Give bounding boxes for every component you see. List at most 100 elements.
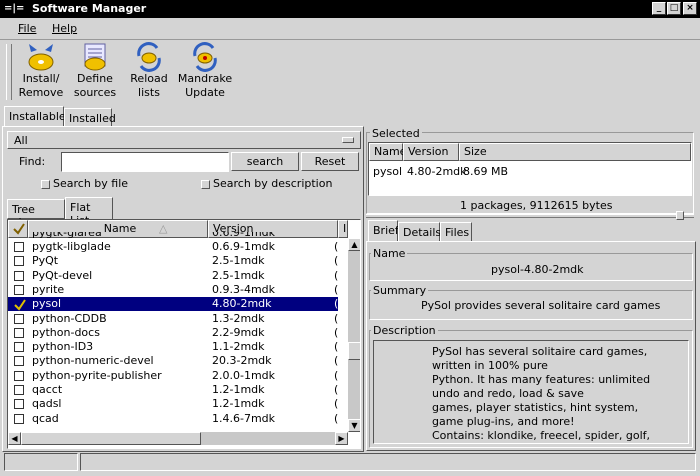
dropdown-indicator-icon [342, 137, 354, 143]
scroll-down-icon[interactable]: ▼ [348, 419, 360, 432]
list-item-extra: ( [334, 368, 339, 382]
title-bar[interactable]: =|= Software Manager _ □ × [0, 0, 700, 18]
description-text: PySol has several solitaire card games, w… [373, 340, 689, 444]
description-lines: PySol has several solitaire card games, w… [374, 341, 688, 443]
search-by-description-checkbox[interactable] [201, 180, 210, 189]
list-item[interactable]: PyQt 2.5-1mdk ( [8, 254, 338, 268]
description-line: undo and redo, load & save [432, 387, 584, 400]
selected-row-size[interactable]: 8.69 MB [463, 165, 508, 178]
search-by-file-label[interactable]: Search by file [53, 177, 128, 190]
list-item[interactable]: pysol 4.80-2mdk ( [8, 297, 338, 312]
list-item-name: pyrite [32, 282, 65, 296]
list-item-name: qcad [32, 411, 59, 425]
tab-tree-view[interactable]: Tree view [7, 199, 65, 229]
checkbox[interactable] [14, 399, 24, 410]
list-item[interactable]: python-pyrite-publisher 2.0.0-1mdk ( [8, 369, 338, 383]
mandrake-update-button[interactable]: Mandrake Update [176, 42, 234, 104]
menu-bar: File Help [0, 18, 700, 40]
menu-file[interactable]: File [18, 22, 36, 35]
list-item-extra: ( [334, 383, 339, 396]
list-item[interactable]: qadsl 1.2-1mdk ( [8, 397, 338, 411]
mandrake-label-1: Mandrake [177, 72, 233, 85]
list-item[interactable]: pyrite 0.9.3-4mdk ( [8, 283, 338, 297]
tab-installed[interactable]: Installed [64, 108, 116, 128]
list-item[interactable]: pygtk-libglade 0.6.9-1mdk ( [8, 240, 338, 254]
pane-splitter-handle[interactable] [676, 211, 684, 220]
tab-flat-list[interactable]: Flat List [65, 197, 113, 227]
checkbox[interactable] [14, 313, 24, 324]
install-remove-button[interactable]: Install/ Remove [12, 42, 70, 104]
install-label-2: Remove [18, 86, 64, 99]
scroll-right-icon[interactable]: ▶ [335, 432, 348, 445]
list-item[interactable]: qacct 1.2-1mdk ( [8, 383, 338, 397]
selected-row-name[interactable]: pysol [373, 165, 402, 178]
selected-col-version[interactable]: Version [403, 143, 459, 161]
checkbox[interactable] [14, 242, 24, 252]
tab-installable[interactable]: Installable [4, 106, 66, 128]
filter-select[interactable]: All [7, 131, 361, 149]
checkbox[interactable] [14, 356, 24, 367]
checkbox[interactable] [14, 327, 24, 338]
list-item-partial[interactable]: pygtk-glarea 0.6.9-1mdk [8, 232, 338, 240]
hscroll-thumb[interactable] [21, 432, 201, 445]
checkbox[interactable] [14, 413, 24, 424]
brief-panel: Name pysol-4.80-2mdk Summary PySol provi… [366, 241, 696, 451]
list-item[interactable]: python-CDDB 1.3-2mdk ( [8, 312, 338, 326]
list-item[interactable]: python-ID3 1.1-2mdk ( [8, 340, 338, 354]
list-item-extra: ( [334, 254, 339, 268]
list-item[interactable]: qcad 1.4.6-7mdk ( [8, 412, 338, 426]
define-sources-button[interactable]: Define sources [66, 42, 124, 104]
find-input[interactable] [61, 152, 229, 172]
checkbox[interactable] [14, 270, 24, 281]
search-by-description-label[interactable]: Search by description [213, 177, 332, 190]
scroll-left-icon[interactable]: ◀ [8, 432, 21, 445]
list-item-version: 4.80-2mdk [212, 297, 272, 311]
window-menu-icon[interactable]: =|= [4, 3, 24, 14]
list-item-name: pygtk-libglade [32, 240, 111, 253]
tab-details[interactable]: Details [398, 222, 441, 242]
checkbox[interactable] [14, 370, 24, 381]
checkbox[interactable] [14, 256, 24, 267]
list-item[interactable]: python-docs 2.2-9mdk ( [8, 326, 338, 340]
reset-button[interactable]: Reset [301, 152, 359, 171]
search-by-file-checkbox[interactable] [41, 180, 50, 189]
checkbox[interactable] [14, 284, 24, 295]
list-item-extra: ( [334, 397, 339, 411]
checked-checkbox-icon[interactable] [14, 299, 26, 311]
list-horizontal-scrollbar[interactable]: ◀ ▶ [8, 432, 348, 445]
scroll-up-icon[interactable]: ▲ [348, 238, 360, 251]
selected-col-size[interactable]: Size [459, 143, 691, 161]
list-vertical-scrollbar[interactable]: ▲ ▼ [348, 238, 360, 432]
list-item-name: python-pyrite-publisher [32, 368, 162, 382]
maximize-icon[interactable]: □ [667, 2, 681, 15]
selected-row-version[interactable]: 4.80-2mdk [407, 165, 467, 178]
list-item[interactable]: python-numeric-devel 20.3-2mdk ( [8, 354, 338, 368]
mandrake-update-icon [193, 42, 217, 72]
list-item-extra: ( [334, 325, 339, 339]
list-item-name: python-numeric-devel [32, 354, 154, 368]
scroll-thumb[interactable] [348, 342, 360, 360]
filter-value: All [14, 134, 28, 147]
tab-files[interactable]: Files [440, 222, 472, 242]
tab-brief[interactable]: Brief [368, 220, 399, 242]
minimize-icon[interactable]: _ [652, 2, 666, 15]
close-icon[interactable]: × [683, 2, 697, 15]
list-item[interactable]: PyQt-devel 2.5-1mdk ( [8, 269, 338, 283]
list-item-name: qacct [32, 383, 63, 396]
checkbox[interactable] [14, 385, 24, 395]
search-button[interactable]: search [231, 152, 299, 171]
column-header-extra[interactable]: In [338, 220, 348, 238]
find-label: Find: [19, 155, 46, 168]
install-label-1: Install/ [22, 72, 60, 85]
summary-label: Summary [371, 284, 429, 297]
selected-col-name[interactable]: Name [369, 143, 406, 161]
list-item-extra: ( [334, 311, 339, 325]
installable-panel: All Find: search Reset Search by file Se… [2, 126, 364, 452]
description-line: Python. It has many features: unlimited [432, 373, 651, 386]
menu-help[interactable]: Help [52, 22, 77, 35]
list-item-version: 2.2-9mdk [212, 325, 265, 339]
checkbox[interactable] [14, 342, 24, 353]
list-item-version: 2.5-1mdk [212, 254, 265, 268]
reload-lists-button[interactable]: Reload lists [120, 42, 178, 104]
pane-splitter[interactable] [366, 214, 694, 218]
